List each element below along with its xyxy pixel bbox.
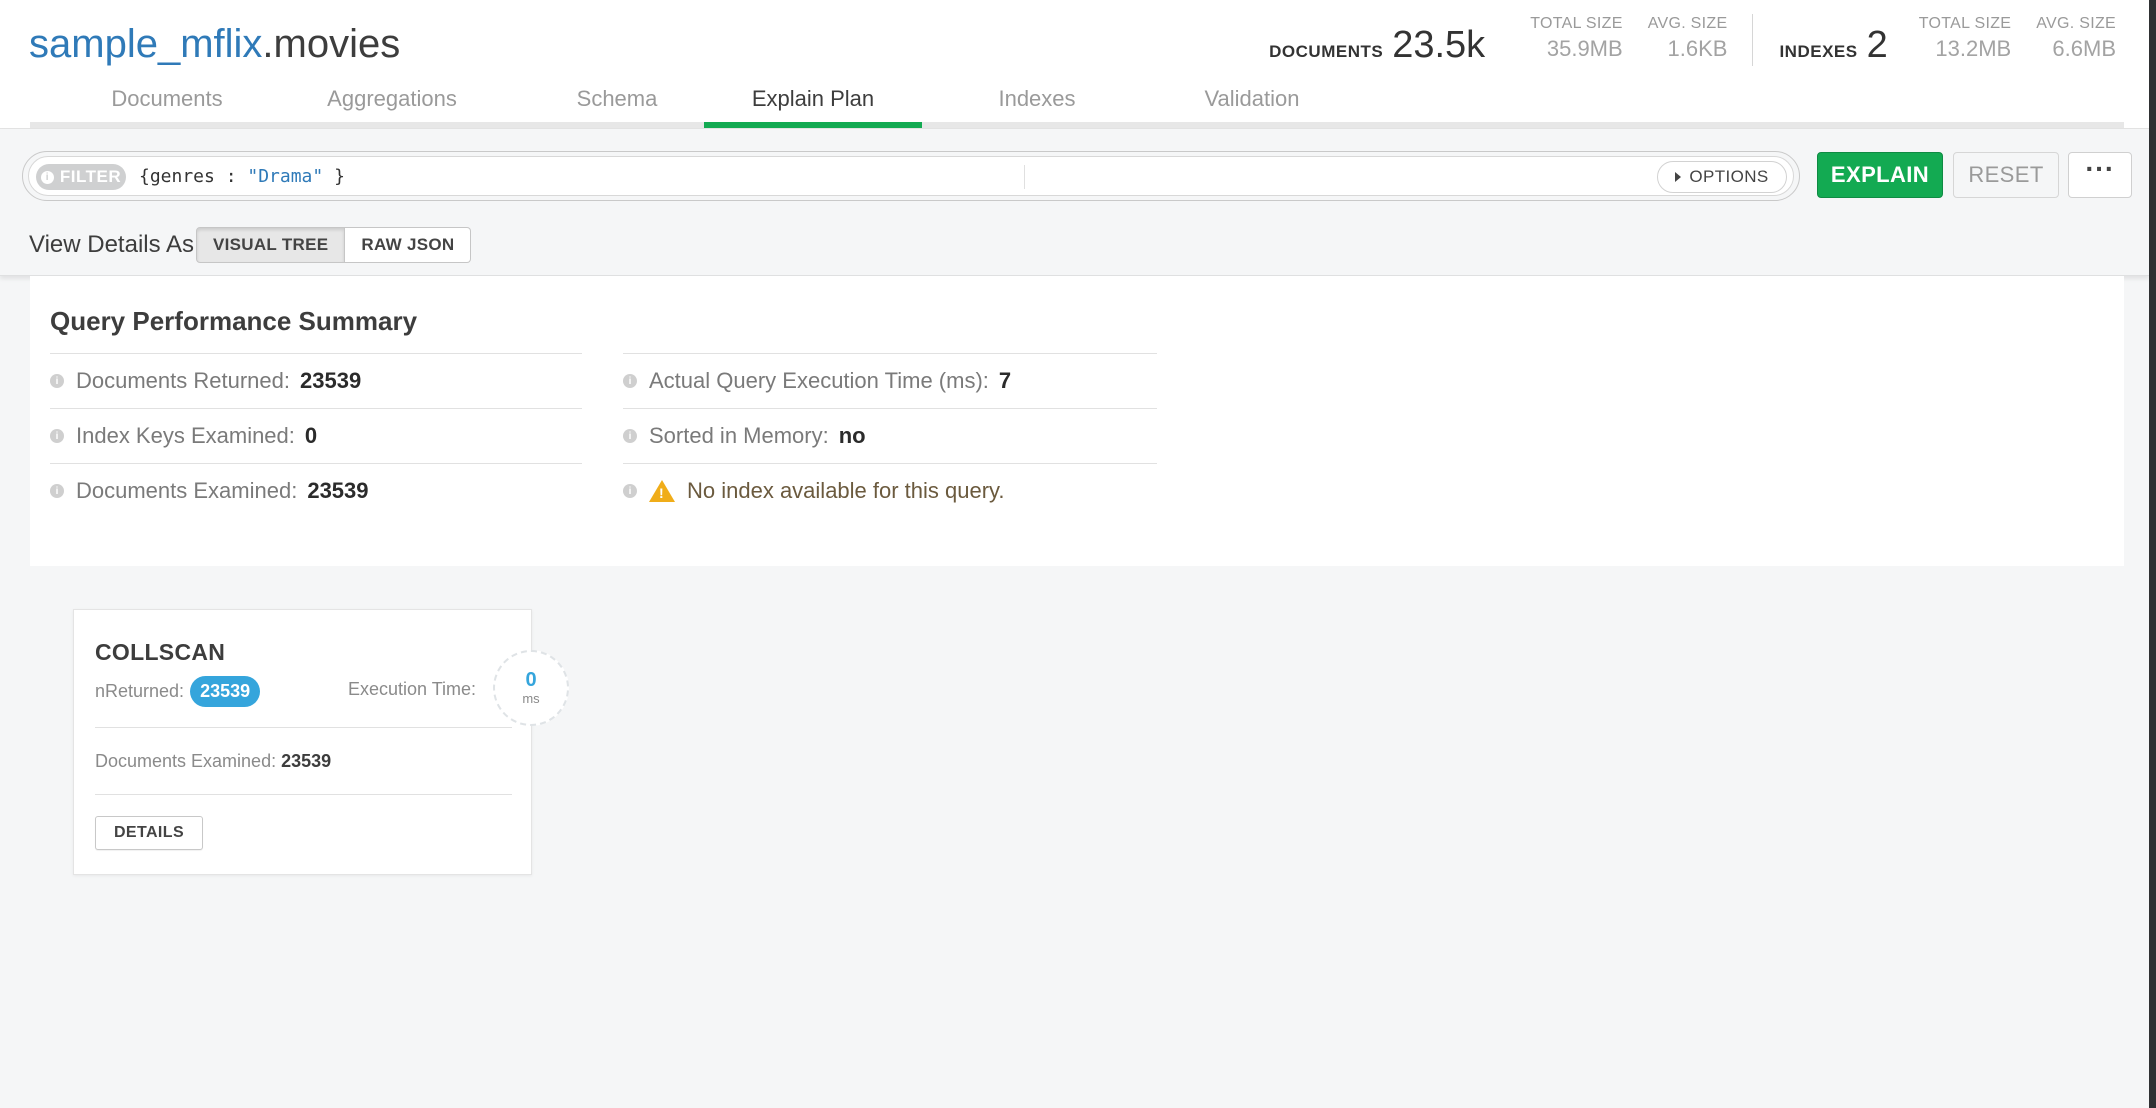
summary-value: 23539 [307, 478, 369, 503]
tab-aggregations[interactable]: Aggregations [292, 86, 492, 112]
idx-total-size-value: 13.2MB [1935, 36, 2012, 61]
nreturned-label: nReturned: [95, 681, 185, 701]
summary-warning-row: i ! No index available for this query. [623, 463, 1157, 518]
caret-right-icon [1675, 172, 1682, 182]
more-options-button[interactable]: ··· [2068, 152, 2132, 198]
filter-bar: i FILTER {genres : "Drama" } OPTIONS [22, 151, 1800, 201]
documents-avg-size: AVG. SIZE 1.6KB [1648, 14, 1728, 64]
info-icon[interactable]: i [50, 374, 64, 388]
summary-value: 23539 [300, 368, 362, 393]
info-icon[interactable]: i [623, 374, 637, 388]
visual-tree-toggle[interactable]: VISUAL TREE [195, 227, 346, 263]
doc-total-size-value: 35.9MB [1546, 36, 1623, 61]
query-performance-summary: Query Performance Summary i Documents Re… [30, 276, 2124, 566]
summary-row: i Documents Examined: 23539 [50, 463, 582, 518]
tab-documents[interactable]: Documents [77, 86, 257, 112]
details-button[interactable]: DETAILS [95, 816, 203, 850]
execution-time-clock: 0 ms [493, 650, 569, 726]
filter-input[interactable]: {genres : "Drama" } [139, 163, 345, 191]
explain-stage-card: COLLSCAN nReturned: 23539 Execution Time… [73, 609, 569, 875]
reset-button[interactable]: RESET [1953, 152, 2059, 198]
stage-docs-examined: Documents Examined: 23539 [95, 751, 331, 772]
summary-right-column: i Actual Query Execution Time (ms): 7 i … [623, 353, 1157, 518]
summary-left-column: i Documents Returned: 23539 i Index Keys… [50, 353, 582, 518]
stage-name: COLLSCAN [95, 639, 226, 665]
nreturned-badge: 23539 [190, 676, 261, 707]
info-icon: i [40, 170, 54, 184]
window-edge [2149, 0, 2156, 1108]
filter-close-brace: } [323, 166, 345, 187]
view-as-label: View Details As [29, 231, 194, 258]
options-toggle-button[interactable]: OPTIONS [1657, 161, 1787, 193]
documents-total-size: TOTAL SIZE 35.9MB [1530, 14, 1623, 64]
idx-avg-size-value: 6.6MB [2052, 36, 2116, 61]
summary-title: Query Performance Summary [50, 306, 418, 336]
summary-label: Documents Returned: [76, 368, 290, 393]
summary-label: Actual Query Execution Time (ms): [649, 368, 989, 393]
documents-count: DOCUMENTS 23.5k [1269, 24, 1485, 67]
idx-total-size-label: TOTAL SIZE [1918, 15, 2012, 32]
summary-value: 0 [304, 423, 318, 448]
filter-key: {genres : [139, 166, 248, 187]
indexes-avg-size: AVG. SIZE 6.6MB [2036, 14, 2116, 64]
summary-label: Sorted in Memory: [649, 423, 829, 448]
info-icon[interactable]: i [623, 429, 637, 443]
no-index-warning: No index available for this query. [687, 478, 1005, 503]
tab-schema[interactable]: Schema [527, 86, 707, 112]
info-icon[interactable]: i [50, 484, 64, 498]
options-label: OPTIONS [1689, 167, 1769, 186]
collection-tabs: Documents Aggregations Schema Explain Pl… [30, 70, 2124, 128]
docs-examined-value: 23539 [281, 751, 332, 771]
stats-divider [1752, 14, 1754, 66]
filter-label-pill[interactable]: i FILTER [36, 164, 126, 190]
warning-icon: ! [649, 480, 675, 502]
info-icon[interactable]: i [50, 429, 64, 443]
indexes-count: INDEXES 2 [1779, 24, 1887, 67]
execution-time-label: Execution Time: [348, 679, 477, 699]
indexes-total-size: TOTAL SIZE 13.2MB [1919, 14, 2012, 64]
namespace-title: sample_mflix.movies [29, 16, 400, 72]
doc-total-size-label: TOTAL SIZE [1530, 15, 1623, 32]
summary-value: 7 [998, 368, 1012, 393]
summary-row: i Sorted in Memory: no [623, 408, 1157, 463]
doc-avg-size-label: AVG. SIZE [1647, 15, 1728, 32]
documents-label: DOCUMENTS [1269, 42, 1384, 61]
documents-value: 23.5k [1392, 24, 1486, 66]
collection-name: .movies [262, 22, 401, 66]
database-name[interactable]: sample_mflix [29, 22, 262, 66]
query-bar: i FILTER {genres : "Drama" } OPTIONS EXP… [0, 129, 2149, 276]
nreturned: nReturned: 23539 [95, 676, 261, 707]
summary-label: Documents Examined: [76, 478, 298, 503]
idx-avg-size-label: AVG. SIZE [2036, 15, 2116, 32]
card-divider [95, 727, 512, 728]
execution-time-unit: ms [522, 691, 540, 706]
active-tab-indicator [704, 122, 922, 128]
tab-explain-plan[interactable]: Explain Plan [713, 86, 913, 112]
view-details-as: View Details As VISUAL TREE RAW JSON [29, 225, 472, 265]
raw-json-toggle[interactable]: RAW JSON [345, 227, 472, 263]
indexes-value: 2 [1866, 24, 1888, 66]
tab-validation[interactable]: Validation [1162, 86, 1342, 112]
card-divider [95, 794, 512, 795]
summary-value: no [838, 423, 866, 448]
explain-button[interactable]: EXPLAIN [1817, 152, 1943, 198]
info-icon[interactable]: i [623, 484, 637, 498]
summary-row: i Actual Query Execution Time (ms): 7 [623, 353, 1157, 408]
summary-row: i Documents Returned: 23539 [50, 353, 582, 408]
docs-examined-label: Documents Examined: [95, 751, 277, 771]
summary-row: i Index Keys Examined: 0 [50, 408, 582, 463]
doc-avg-size-value: 1.6KB [1667, 36, 1728, 61]
collection-stats: DOCUMENTS 23.5k TOTAL SIZE 35.9MB AVG. S… [1269, 14, 2116, 70]
filter-label: FILTER [59, 167, 122, 186]
filter-separator [1024, 165, 1025, 189]
execution-time-value: 0 [525, 669, 537, 691]
indexes-label: INDEXES [1779, 42, 1858, 61]
tab-indexes[interactable]: Indexes [947, 86, 1127, 112]
filter-input-wrapper[interactable]: i FILTER {genres : "Drama" } OPTIONS [28, 156, 1794, 196]
summary-label: Index Keys Examined: [76, 423, 295, 448]
filter-value-string: "Drama" [247, 166, 324, 187]
collection-header: sample_mflix.movies DOCUMENTS 23.5k TOTA… [0, 0, 2149, 129]
